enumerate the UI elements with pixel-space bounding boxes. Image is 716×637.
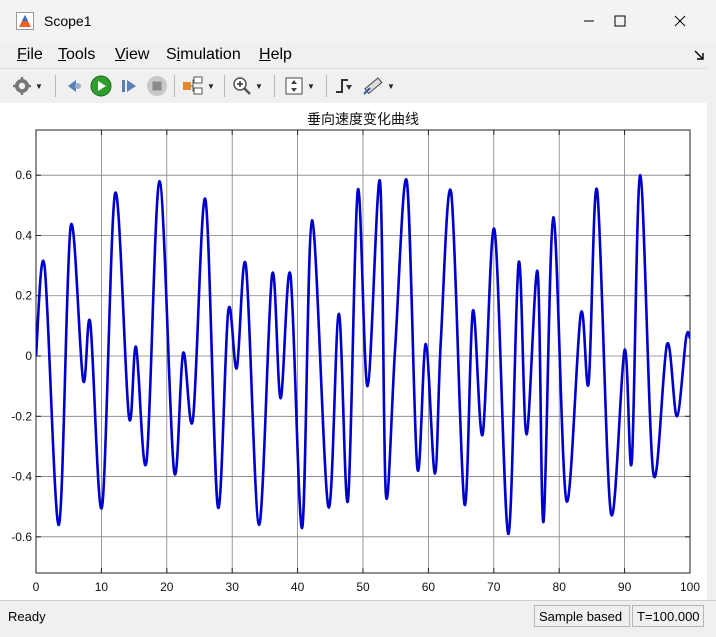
menu-simulation[interactable]: Simulation — [166, 46, 241, 64]
x-tick-label: 90 — [618, 580, 632, 594]
minimize-icon — [584, 20, 594, 22]
zoom-in-icon — [233, 77, 251, 95]
x-tick-label: 20 — [160, 580, 174, 594]
dock-arrow-icon[interactable] — [693, 49, 705, 61]
triggers-button[interactable] — [334, 74, 354, 98]
x-tick-label: 0 — [33, 580, 40, 594]
step-forward-button[interactable] — [119, 74, 139, 98]
menu-view[interactable]: View — [115, 46, 149, 64]
maximize-icon — [614, 15, 626, 27]
toolbar-divider — [224, 75, 225, 97]
zoom-button[interactable]: ▼ — [232, 74, 263, 98]
toolbar-divider — [326, 75, 327, 97]
step-forward-icon — [122, 80, 136, 92]
sim-time-indicator: T=100.000 — [632, 605, 704, 627]
status-bar: Ready Sample based T=100.000 — [0, 600, 716, 637]
x-tick-label: 100 — [680, 580, 700, 594]
ruler-icon — [363, 77, 383, 95]
settings-button[interactable]: ▼ — [12, 74, 43, 98]
trigger-icon — [336, 79, 352, 93]
autoscale-icon — [285, 77, 303, 95]
y-tick-label: -0.2 — [11, 409, 32, 423]
chevron-down-icon: ▼ — [35, 81, 43, 91]
chevron-down-icon: ▼ — [307, 81, 315, 91]
toolbar-divider — [55, 75, 56, 97]
scope-axes[interactable]: 0 10 20 30 40 50 60 70 80 90 100 -0.6 -0.4 -0.2 0 0.2 0.… — [0, 103, 707, 600]
scope-plot-area[interactable]: 0 10 20 30 40 50 60 70 80 90 100 -0.6 -0.4 -0.2 0 0.2 0.… — [0, 103, 707, 600]
y-tick-label: 0.6 — [15, 168, 32, 182]
window-title: Scope1 — [44, 13, 92, 29]
maximize-button[interactable] — [597, 0, 643, 42]
x-tick-label: 80 — [553, 580, 567, 594]
sample-mode-indicator: Sample based — [534, 605, 630, 627]
y-tick-label: 0.4 — [15, 228, 32, 242]
x-tick-label: 40 — [291, 580, 305, 594]
run-icon — [90, 75, 112, 97]
x-tick-label: 50 — [356, 580, 370, 594]
autoscale-button[interactable]: ▼ — [284, 74, 315, 98]
status-text: Ready — [8, 609, 46, 624]
toolbar-divider — [174, 75, 175, 97]
x-tick-label: 70 — [487, 580, 501, 594]
highlight-block-button[interactable]: ▼ — [182, 74, 215, 98]
step-back-icon — [68, 80, 81, 92]
chart-title: 垂向速度变化曲线 — [307, 112, 419, 128]
run-button[interactable] — [90, 74, 112, 98]
gear-icon — [13, 77, 31, 95]
x-tick-label: 60 — [422, 580, 436, 594]
window-edge — [707, 55, 716, 636]
x-tick-label: 30 — [226, 580, 240, 594]
measurements-button[interactable]: ▼ — [362, 74, 395, 98]
menu-file[interactable]: File — [17, 46, 43, 64]
stop-icon — [147, 76, 167, 96]
toolbar-divider — [274, 75, 275, 97]
x-tick-label: 10 — [95, 580, 109, 594]
stop-button[interactable] — [146, 74, 168, 98]
menu-bar: File Tools View Simulation Help — [0, 42, 716, 68]
y-tick-label: 0 — [25, 349, 32, 363]
y-tick-label: -0.6 — [11, 530, 32, 544]
scope-app-icon — [16, 12, 34, 30]
close-icon — [674, 15, 686, 27]
title-bar: Scope1 — [0, 0, 716, 43]
y-tick-label: 0.2 — [15, 289, 32, 303]
step-back-button[interactable] — [64, 74, 84, 98]
chevron-down-icon: ▼ — [255, 81, 263, 91]
chevron-down-icon: ▼ — [207, 81, 215, 91]
menu-help[interactable]: Help — [259, 46, 292, 64]
menu-tools[interactable]: Tools — [58, 46, 95, 64]
close-button[interactable] — [657, 0, 703, 42]
chevron-down-icon: ▼ — [387, 81, 395, 91]
signal-block-icon — [183, 76, 203, 95]
y-tick-label: -0.4 — [11, 470, 32, 484]
toolbar: ▼ ▼ ▼ ▼ ▼ — [0, 68, 716, 104]
